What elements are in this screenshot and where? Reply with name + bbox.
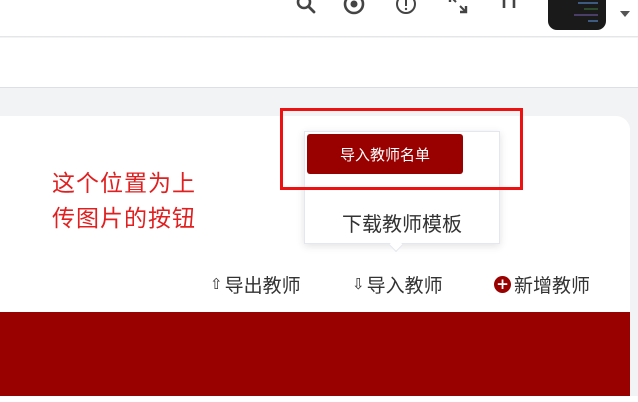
download-teacher-template-item[interactable]: 下载教师模板	[305, 204, 499, 240]
export-teachers-button[interactable]: ⇧ 导出教师	[210, 268, 301, 300]
add-teacher-label: 新增教师	[514, 274, 591, 297]
annotation-note: 这个位置为上 传图片的按钮	[52, 167, 196, 237]
import-teachers-label: 导入教师	[366, 274, 443, 297]
github-icon[interactable]	[340, 0, 368, 16]
upload-icon: ⇧	[210, 275, 223, 293]
annotation-line-1: 这个位置为上	[52, 171, 196, 197]
help-icon[interactable]	[392, 0, 420, 16]
download-icon: ⇩	[352, 275, 365, 293]
search-icon[interactable]	[292, 0, 320, 16]
avatar-dropdown-caret-icon[interactable]	[620, 11, 630, 17]
import-teacher-list-button[interactable]: 导入教师名单	[307, 134, 463, 174]
font-size-icon[interactable]	[496, 0, 524, 16]
plus-circle-icon: +	[494, 275, 511, 293]
card-bottom-strip	[0, 396, 638, 402]
export-teachers-label: 导出教师	[224, 274, 301, 297]
import-teachers-button[interactable]: ⇩ 导入教师	[352, 268, 443, 300]
annotation-line-2: 传图片的按钮	[52, 206, 196, 232]
avatar[interactable]	[548, 0, 606, 30]
table-header	[0, 312, 630, 396]
fullscreen-icon[interactable]	[444, 0, 472, 16]
top-navbar	[0, 0, 638, 37]
add-teacher-button[interactable]: + 新增教师	[494, 268, 590, 300]
tags-view-bar	[0, 38, 638, 88]
